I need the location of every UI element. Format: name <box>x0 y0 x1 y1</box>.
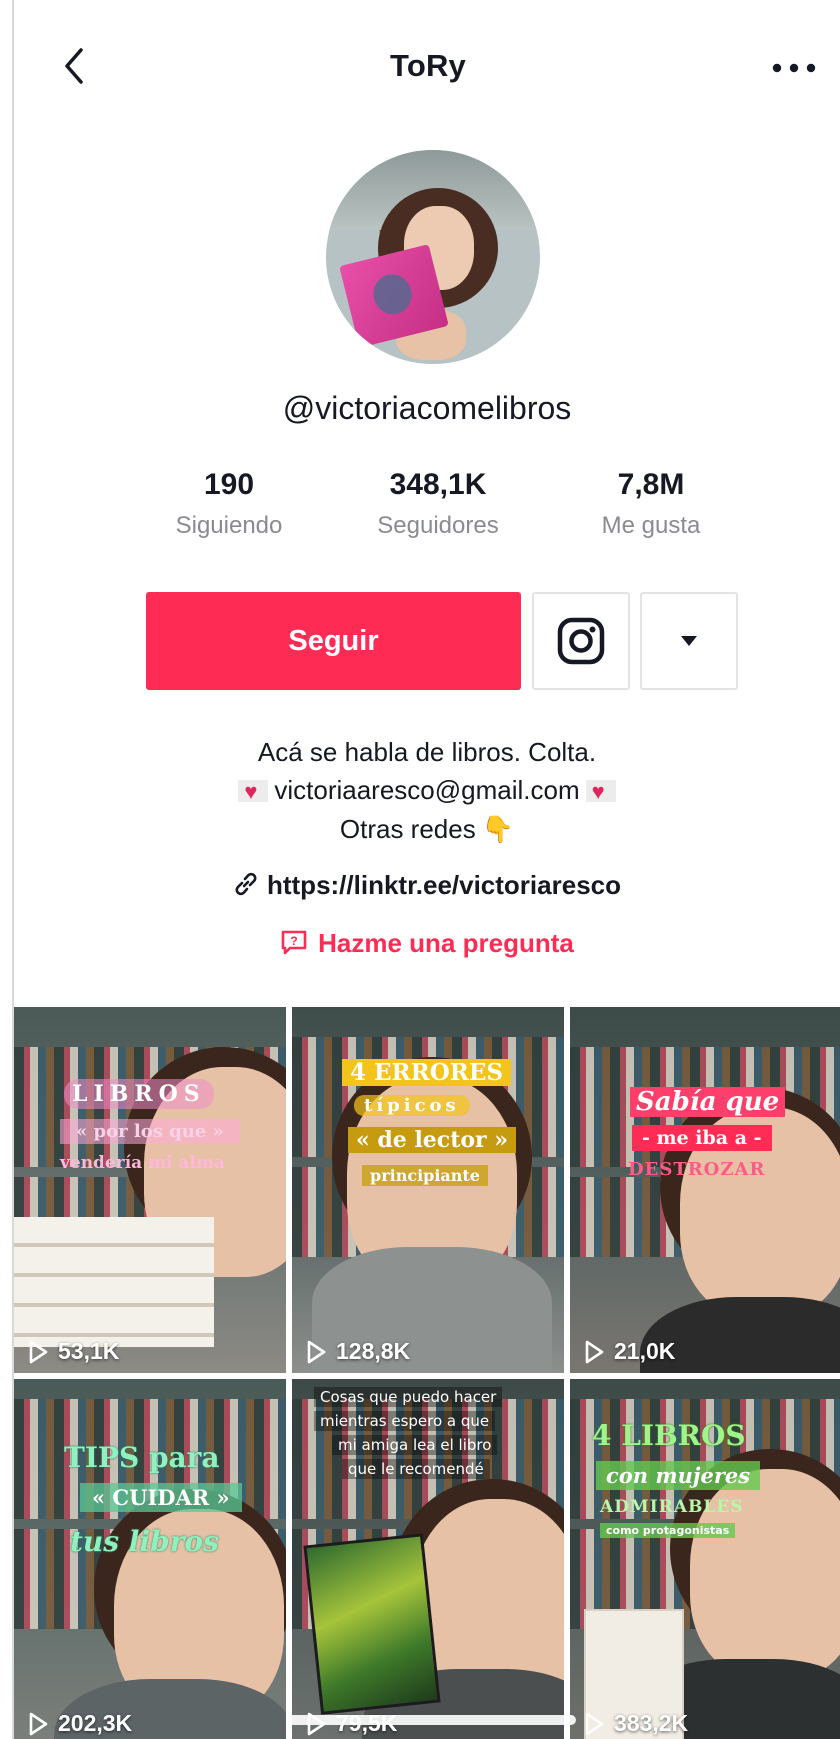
view-count-text: 128,8K <box>336 1338 411 1364</box>
video-overlay-text: TIPS para <box>64 1441 220 1474</box>
stat-value: 190 <box>203 468 255 501</box>
view-count-text: 53,1K <box>58 1338 120 1364</box>
video-overlay-text: LIBROS <box>64 1079 214 1109</box>
video-overlay-text: 4 LIBROS <box>592 1419 746 1452</box>
video-overlay-text: mi amiga lea el libro <box>332 1435 498 1455</box>
profile-screen: ToRy @victoriacomelibros 190 Siguiendo 3… <box>12 0 840 1739</box>
bio: Acá se habla de libros. Colta. victoriaa… <box>14 733 840 848</box>
video-overlay-text: que le recomendé <box>342 1459 490 1479</box>
more-options-button[interactable] <box>764 48 824 88</box>
video-overlay-text: « de lector » <box>348 1127 517 1153</box>
bio-text: Otras redes <box>339 813 476 844</box>
video-overlay-text: DESTROZAR <box>628 1159 766 1180</box>
stat-followers[interactable]: 348,1K Seguidores <box>338 468 538 540</box>
video-overlay-text: mientras espero a que <box>314 1411 496 1431</box>
profile-link[interactable]: https://linktr.ee/victoriaresco <box>14 870 840 901</box>
video-overlay-text: típicos <box>354 1095 470 1116</box>
video-grid: LIBROS « por los que » vendería mi alma … <box>14 1007 840 1739</box>
ask-text: Hazme una pregunta <box>318 928 574 958</box>
follow-button[interactable]: Seguir <box>146 592 521 690</box>
caret-down-icon <box>681 636 697 646</box>
play-icon <box>29 1340 48 1363</box>
more-dots-icon <box>772 63 816 73</box>
instagram-button[interactable] <box>532 592 630 690</box>
view-count: 53,1K <box>28 1338 119 1365</box>
play-icon <box>29 1712 48 1735</box>
stat-label: Me gusta <box>601 512 701 539</box>
bio-email: victoriaaresco@gmail.com <box>274 775 580 806</box>
view-count: 383,2K <box>584 1710 688 1737</box>
bio-line: Acá se habla de libros. Colta. <box>257 737 597 767</box>
video-thumbnail[interactable]: Sabía que - me iba a - DESTROZAR 21,0K <box>570 1007 840 1373</box>
suggested-accounts-button[interactable] <box>640 592 738 690</box>
question-box-icon: ? <box>281 930 307 955</box>
video-overlay-text: 4 ERRORES <box>342 1059 512 1086</box>
page-title: ToRy <box>390 48 466 83</box>
avatar[interactable] <box>326 150 540 364</box>
stat-label: Siguiendo <box>175 512 283 539</box>
video-thumbnail[interactable]: Cosas que puedo hacer mientras espero a … <box>292 1379 564 1739</box>
play-icon <box>307 1340 326 1363</box>
instagram-icon <box>557 617 605 665</box>
top-bar: ToRy <box>14 0 840 130</box>
link-icon <box>235 872 257 896</box>
view-count: 128,8K <box>306 1338 410 1365</box>
heart-icon <box>238 776 269 809</box>
view-count: 202,3K <box>28 1710 132 1737</box>
bio-email-line: victoriaaresco@gmail.com <box>14 771 840 809</box>
video-overlay-text: Sabía que <box>630 1087 786 1117</box>
video-overlay-text: como protagonistas <box>600 1523 736 1538</box>
stat-following[interactable]: 190 Siguiendo <box>129 468 329 540</box>
view-count-text: 21,0K <box>614 1338 676 1364</box>
video-overlay-text: vendería mi alma <box>60 1153 225 1173</box>
video-overlay-text: « CUIDAR » <box>80 1483 242 1512</box>
stat-likes: 7,8M Me gusta <box>551 468 751 540</box>
view-count-text: 202,3K <box>58 1710 133 1736</box>
heart-icon <box>585 776 616 809</box>
stat-value: 348,1K <box>389 468 487 501</box>
username: @victoriacomelibros <box>282 390 572 426</box>
video-overlay-text: con mujeres <box>596 1461 761 1490</box>
play-icon <box>585 1712 604 1735</box>
video-overlay-text: « por los que » <box>60 1119 240 1144</box>
home-indicator <box>286 1715 576 1725</box>
video-overlay-text: principiante <box>362 1165 488 1186</box>
bio-other-line: Otras redes 👇 <box>14 810 840 848</box>
view-count-text: 383,2K <box>614 1710 689 1736</box>
play-icon <box>585 1340 604 1363</box>
video-thumbnail[interactable]: TIPS para « CUIDAR » tus libros 202,3K <box>14 1379 286 1739</box>
ask-question-link[interactable]: ? Hazme una pregunta <box>14 928 840 959</box>
video-overlay-text: Cosas que puedo hacer <box>314 1387 503 1407</box>
video-thumbnail[interactable]: 4 ERRORES típicos « de lector » principi… <box>292 1007 564 1373</box>
pointing-down-icon: 👇 <box>481 813 515 844</box>
video-overlay-text: ADMIRABLES <box>600 1497 744 1517</box>
stat-value: 7,8M <box>617 468 685 501</box>
link-text: https://linktr.ee/victoriaresco <box>266 870 621 900</box>
video-thumbnail[interactable]: 4 LIBROS con mujeres ADMIRABLES como pro… <box>570 1379 840 1739</box>
view-count: 21,0K <box>584 1338 675 1365</box>
stats-row: 190 Siguiendo 348,1K Seguidores 7,8M Me … <box>14 468 840 558</box>
video-overlay-text: tus libros <box>70 1525 219 1558</box>
stat-label: Seguidores <box>377 512 499 539</box>
video-thumbnail[interactable]: LIBROS « por los que » vendería mi alma … <box>14 1007 286 1373</box>
video-overlay-text: - me iba a - <box>632 1125 772 1151</box>
svg-text:?: ? <box>290 934 297 948</box>
